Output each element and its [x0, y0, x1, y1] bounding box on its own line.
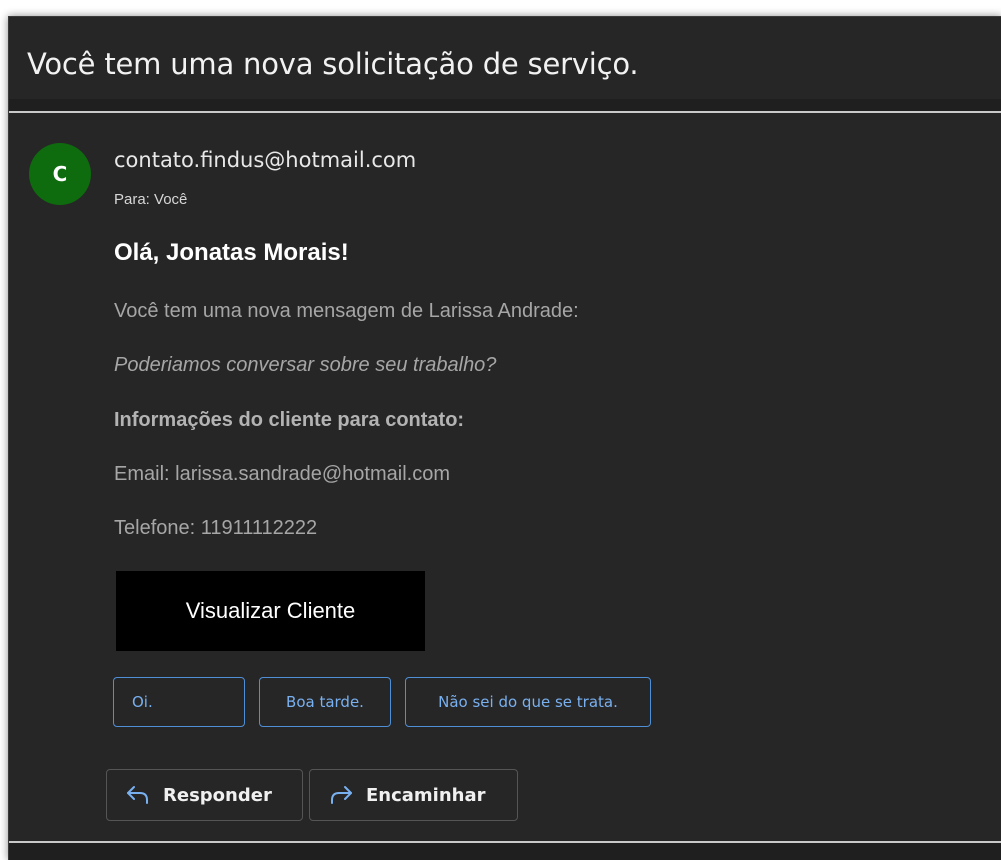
contact-heading: Informações do cliente para contato: — [114, 409, 465, 431]
avatar-initial: C — [52, 162, 68, 186]
message-actions: Responder Encaminhar — [106, 769, 518, 821]
client-phone: Telefone: 11911112222 — [114, 517, 318, 539]
suggested-reply-nao-sei[interactable]: Não sei do que se trata. — [405, 677, 651, 727]
reply-label: Responder — [163, 784, 272, 806]
intro-text: Você tem uma nova mensagem de Larissa An… — [114, 300, 579, 322]
reply-button[interactable]: Responder — [106, 769, 303, 821]
recipient-line: Para: Você — [114, 191, 188, 208]
suggested-reply-boa-tarde[interactable]: Boa tarde. — [259, 677, 391, 727]
email-greeting: Olá, Jonatas Morais! — [114, 239, 349, 266]
view-client-button[interactable]: Visualizar Cliente — [116, 571, 425, 651]
email-reading-pane: Você tem uma nova solicitação de serviço… — [8, 16, 1001, 860]
email-subject: Você tem uma nova solicitação de serviço… — [27, 47, 639, 81]
forward-button[interactable]: Encaminhar — [309, 769, 518, 821]
suggested-reply-oi[interactable]: Oi. — [113, 677, 245, 727]
client-message: Poderiamos conversar sobre seu trabalho? — [114, 354, 497, 376]
sender-avatar[interactable]: C — [29, 143, 91, 205]
forward-label: Encaminhar — [366, 784, 486, 806]
suggested-replies: Oi. Boa tarde. Não sei do que se trata. — [113, 677, 651, 727]
forward-arrow-icon — [328, 784, 354, 806]
reply-arrow-icon — [125, 784, 151, 806]
subject-header: Você tem uma nova solicitação de serviço… — [9, 17, 1001, 113]
header-shadow — [9, 99, 1001, 111]
client-email: Email: larissa.sandrade@hotmail.com — [114, 463, 450, 485]
next-message-area — [9, 843, 1001, 860]
sender-address[interactable]: contato.findus@hotmail.com — [114, 148, 416, 172]
